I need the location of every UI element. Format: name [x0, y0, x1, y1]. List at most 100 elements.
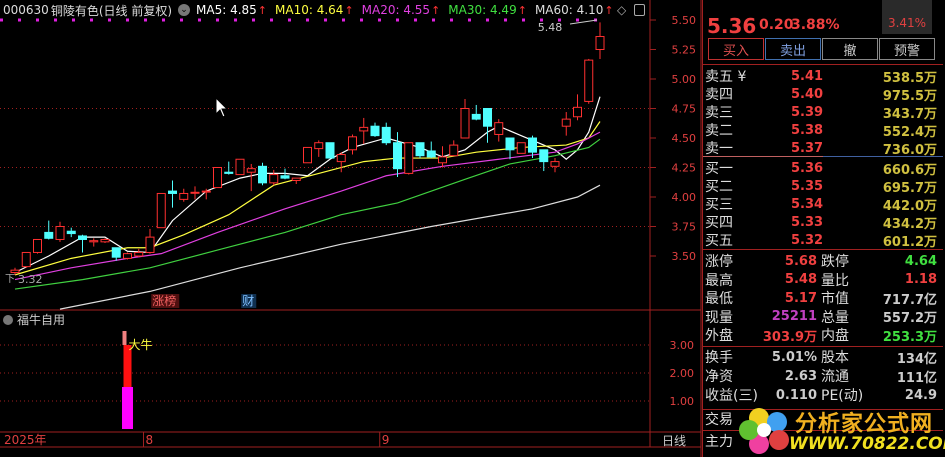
stat-label: 最高 [705, 272, 733, 289]
candle-body [123, 253, 132, 259]
y-tick-label: 5.25 [672, 44, 697, 57]
candle [449, 140, 459, 157]
asks-volume: 538.5万 [882, 70, 937, 86]
candle [66, 227, 76, 238]
price-change: 0.20 [759, 17, 794, 33]
candle [33, 238, 42, 254]
asks-label: 卖四 [705, 87, 733, 103]
indicator-tick-label: 3.00 [670, 339, 695, 352]
ma-line-ma5 [14, 96, 601, 274]
candle [303, 146, 312, 164]
bids-row[interactable]: 买一 5.36 660.6万 [703, 159, 939, 178]
bids-row[interactable]: 买四 5.33 434.2万 [703, 213, 939, 232]
dropdown-icon[interactable]: ⌄ [178, 4, 191, 16]
candle [325, 142, 335, 159]
arrow-up-icon: ↑ [257, 3, 268, 17]
asks-row[interactable]: 卖四 5.40 975.5万 [703, 85, 939, 104]
candle-body [145, 236, 155, 253]
candle [359, 117, 369, 144]
candle [145, 228, 155, 254]
candle-body [33, 238, 42, 253]
diamond-icon[interactable]: ◇ [617, 3, 626, 17]
panel-toggle-icon[interactable] [634, 4, 645, 16]
chart-header: 000630 铜陵有色 (日线 前复权) ⌄ MA5: 4.85 ↑ MA10: 4… [0, 0, 650, 20]
stat-row: 最低 5.17 市值 717.7亿 [703, 289, 939, 308]
buy-button[interactable]: 买入 [708, 38, 764, 60]
low-marker: 下 [5, 274, 15, 285]
candle-body [595, 36, 605, 50]
candle-body [483, 108, 492, 127]
candle-body [550, 161, 560, 167]
arrow-up-icon: ↑ [604, 3, 614, 17]
indicator-tick-label: 2.00 [670, 367, 695, 380]
ma-legend-ma30: MA30: 4.49 ↑ [448, 3, 527, 17]
fin-label: 流通 [821, 369, 849, 385]
kline-chart[interactable]: 5.50 5.25 5.00 4.75 4.50 4.25 4.00 3.75 3.50 5.48… [0, 0, 702, 457]
fin-value: 2.63 [784, 368, 817, 384]
stat-value: 717.7亿 [882, 292, 937, 308]
bids-row[interactable]: 买五 5.32 601.2万 [703, 231, 939, 250]
candle-body [291, 177, 301, 181]
sell-button[interactable]: 卖出 [765, 38, 821, 60]
asks-row[interactable]: 卖二 5.38 552.4万 [703, 121, 939, 140]
asks-row[interactable]: 卖五 ¥ 5.41 538.5万 [703, 67, 939, 86]
indicator-tick-label: 1.00 [670, 395, 695, 408]
stat-label: 涨停 [705, 254, 733, 270]
candle [460, 99, 470, 139]
candle-body [528, 137, 537, 153]
quote-panel: 5.36 0.20 3.88% 3.41% 买入 卖出 撤 预警 卖五 ¥ 5.4… [702, 0, 945, 457]
candle [258, 162, 267, 186]
candle-body [516, 142, 526, 154]
trade-label[interactable]: 交易 [705, 409, 733, 429]
candle-body [179, 192, 189, 200]
candle-body [561, 118, 571, 127]
candle [404, 142, 414, 175]
y-tick-label: 4.75 [672, 103, 697, 116]
candle-body [246, 168, 256, 173]
bids-volume: 660.6万 [882, 162, 937, 178]
candle-body [269, 174, 279, 184]
candle-body [426, 150, 436, 158]
bids-price: 5.36 [791, 160, 824, 176]
bids-volume: 442.0万 [882, 198, 937, 214]
candle-body [235, 158, 245, 176]
stat-value: 557.2万 [882, 311, 937, 327]
candle-body [415, 142, 425, 157]
candle [111, 247, 121, 261]
candle [516, 142, 526, 154]
cancel-order-button[interactable]: 撤 [822, 38, 878, 60]
candle-body [449, 144, 459, 157]
asks-row[interactable]: 卖三 5.39 343.7万 [703, 103, 939, 122]
asks-price: 5.39 [791, 104, 824, 120]
mouse-cursor-icon [215, 96, 229, 118]
stat-label: 内盘 [821, 328, 849, 345]
year-label: 2025年 [4, 433, 47, 447]
fin-label: 换手 [705, 350, 733, 366]
stat-value: 5.48 [784, 272, 817, 288]
price-alert-button[interactable]: 预警 [879, 38, 935, 60]
main-force-label[interactable]: 主力 [705, 431, 733, 451]
candle-body [539, 149, 549, 163]
stat-value: 1.18 [904, 272, 937, 288]
asks-volume: 552.4万 [882, 124, 937, 140]
asks-row[interactable]: 卖一 5.37 736.0万 [703, 139, 939, 158]
fin-value: 111亿 [896, 370, 937, 386]
candle-body [111, 247, 121, 258]
bids-row[interactable]: 买二 5.35 695.7万 [703, 177, 939, 196]
bids-price: 5.35 [791, 178, 824, 194]
stat-label: 外盘 [705, 328, 733, 345]
fin-value: 5.01% [771, 349, 817, 365]
stat-label: 跌停 [821, 254, 849, 270]
ma-legend-ma20: MA20: 4.55 ↑ [361, 3, 441, 17]
candle-body [471, 113, 481, 120]
flower-logo-icon [739, 408, 789, 454]
candle-body [201, 190, 211, 193]
high-price-label: 5.48 [538, 21, 563, 34]
stat-value: 5.17 [784, 290, 817, 306]
asks-price: 5.41 [791, 68, 824, 84]
candle [370, 122, 380, 137]
ma-legend-ma10: MA10: 4.64 ↑ [275, 3, 354, 17]
indicator-title: 福牛自用 [17, 312, 65, 327]
bids-row[interactable]: 买三 5.34 442.0万 [703, 195, 939, 214]
asks-price: 5.38 [791, 122, 824, 138]
